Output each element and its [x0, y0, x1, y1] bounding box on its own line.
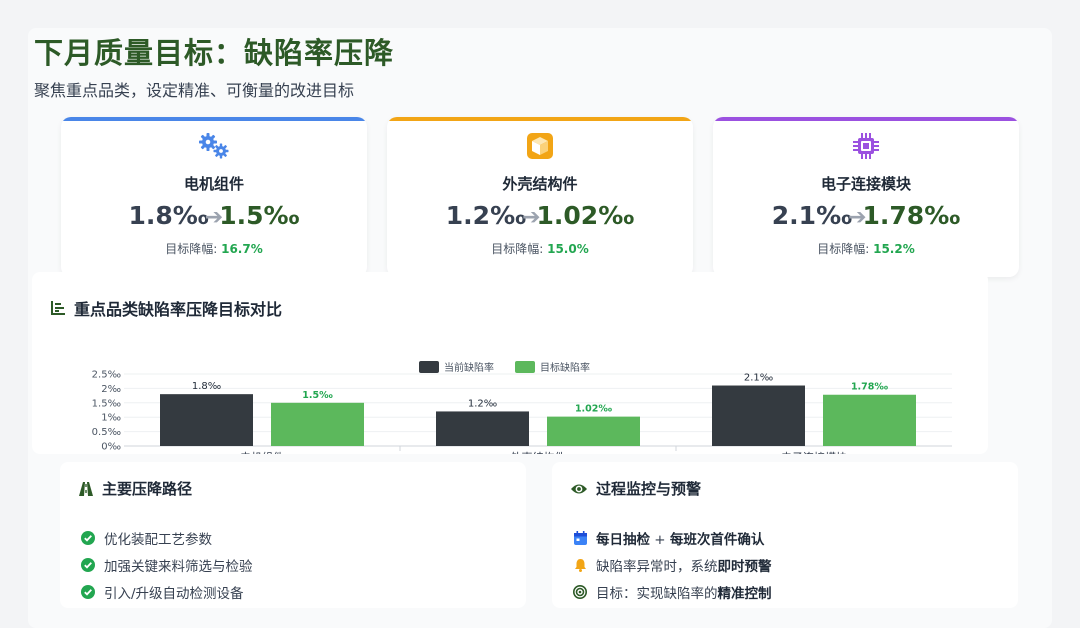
check-circle-icon	[80, 558, 96, 572]
card-values: 1.8‰ ➔ 1.5‰	[61, 197, 367, 233]
reduction-value: 15.2%	[873, 242, 915, 256]
card-values: 2.1‰ ➔ 1.78‰	[713, 197, 1019, 233]
y-tick-label: 1‰	[101, 413, 121, 424]
list-item: 引入/升级自动检测设备	[80, 582, 244, 602]
current-rate: 1.2‰	[445, 200, 527, 230]
card-name: 电子连接模块	[820, 175, 911, 193]
card-accent-bar	[387, 117, 693, 121]
reduction-text: 目标降幅: 15.0%	[491, 242, 589, 256]
data-label: 1.5‰	[302, 390, 333, 401]
current-rate: 1.8‰	[128, 200, 209, 230]
card-name: 外壳结构件	[502, 175, 578, 193]
list-item: 缺陷率异常时，系统即时预警	[572, 555, 772, 575]
card-accent-bar	[61, 117, 367, 121]
legend-label: 目标缺陷率	[540, 361, 590, 374]
reduction-text: 目标降幅: 16.7%	[165, 242, 263, 256]
bar	[823, 394, 916, 446]
card-accent-bar	[713, 117, 1019, 121]
data-label: 1.02‰	[575, 404, 612, 415]
card-values: 1.2‰ ➔ 1.02‰	[387, 197, 693, 233]
arrow-right-icon: ➔	[204, 204, 224, 230]
x-tick-label: 电机组件	[240, 450, 284, 454]
target-rate: 1.78‰	[862, 200, 961, 230]
legend-label: 当前缺陷率	[444, 361, 494, 374]
gears-icon	[61, 131, 367, 161]
metric-card-housing: 外壳结构件 1.2‰ ➔ 1.02‰ 目标降幅: 15.0%	[387, 117, 693, 277]
list-item: 每日抽检 + 每班次首件确认	[572, 528, 764, 548]
arrow-right-icon: ➔	[848, 204, 867, 230]
road-icon	[79, 481, 93, 496]
reduction-text: 目标降幅: 15.2%	[817, 242, 915, 256]
legend-swatch	[419, 361, 439, 373]
list-item: 目标：实现缺陷率的精准控制	[572, 582, 772, 602]
target-rate: 1.5‰	[219, 200, 300, 230]
chip-icon	[713, 131, 1019, 161]
paths-panel: 主要压降路径 优化装配工艺参数 加强关键来料筛选与检验 引入/升级自动检测设备	[60, 462, 526, 608]
y-tick-label: 1.5‰	[92, 398, 121, 409]
cube-icon	[387, 131, 693, 161]
page-subtitle: 聚焦重点品类，设定精准、可衡量的改进目标	[34, 81, 355, 100]
list-item: 优化装配工艺参数	[80, 528, 212, 548]
legend-swatch	[515, 361, 535, 373]
target-icon	[572, 585, 588, 599]
bar	[436, 411, 529, 446]
x-tick-label: 外壳结构件	[511, 450, 566, 454]
y-tick-label: 0‰	[101, 442, 121, 453]
eye-icon	[571, 484, 587, 493]
reduction-value: 15.0%	[547, 242, 589, 256]
data-label: 1.78‰	[851, 382, 888, 393]
reduction-value: 16.7%	[221, 242, 263, 256]
target-rate: 1.02‰	[536, 200, 635, 230]
check-circle-icon	[80, 585, 96, 599]
y-tick-label: 2‰	[101, 384, 121, 395]
monitor-header: 过程监控与预警	[570, 478, 701, 499]
monitor-title: 过程监控与预警	[596, 480, 702, 498]
current-rate: 2.1‰	[771, 200, 853, 230]
metric-card-motor: 电机组件 1.8‰ ➔ 1.5‰ 目标降幅: 16.7%	[61, 117, 367, 277]
metric-card-connector: 电子连接模块 2.1‰ ➔ 1.78‰ 目标降幅: 15.2%	[713, 117, 1019, 277]
paths-title: 主要压降路径	[102, 480, 193, 498]
data-label: 1.8‰	[192, 381, 221, 392]
card-name: 电机组件	[183, 175, 244, 193]
bar	[712, 385, 805, 446]
bar-chart: 0‰ 0.5‰ 1‰ 1.5‰ 2‰ 2.5‰ 当前缺陷率 目标缺陷率 1.8‰ 1.5‰ 电机组件…	[92, 361, 952, 454]
data-label: 2.1‰	[744, 373, 773, 384]
check-circle-icon	[80, 531, 96, 545]
bar	[160, 394, 253, 446]
x-tick-label: 电子连接模块	[781, 451, 847, 454]
list-item: 加强关键来料筛选与检验	[80, 555, 253, 575]
y-tick-label: 0.5‰	[92, 427, 121, 438]
arrow-right-icon: ➔	[522, 204, 541, 230]
bar	[547, 416, 640, 446]
bar	[271, 402, 364, 446]
data-label: 1.2‰	[468, 398, 497, 409]
bell-icon	[572, 558, 588, 572]
page-title: 下月质量目标：缺陷率压降	[34, 36, 395, 70]
paths-header: 主要压降路径	[78, 478, 192, 499]
calendar-icon	[572, 531, 588, 545]
monitor-panel: 过程监控与预警 每日抽检 + 每班次首件确认 缺陷率异常时，系统即时预警 目标：…	[552, 462, 1018, 608]
chart-panel: 重点品类缺陷率压降目标对比 0‰ 0.5‰ 1‰ 1.5‰ 2‰ 2.5‰ 当前缺陷率 目标缺…	[32, 272, 988, 454]
y-tick-label: 2.5‰	[92, 370, 121, 381]
